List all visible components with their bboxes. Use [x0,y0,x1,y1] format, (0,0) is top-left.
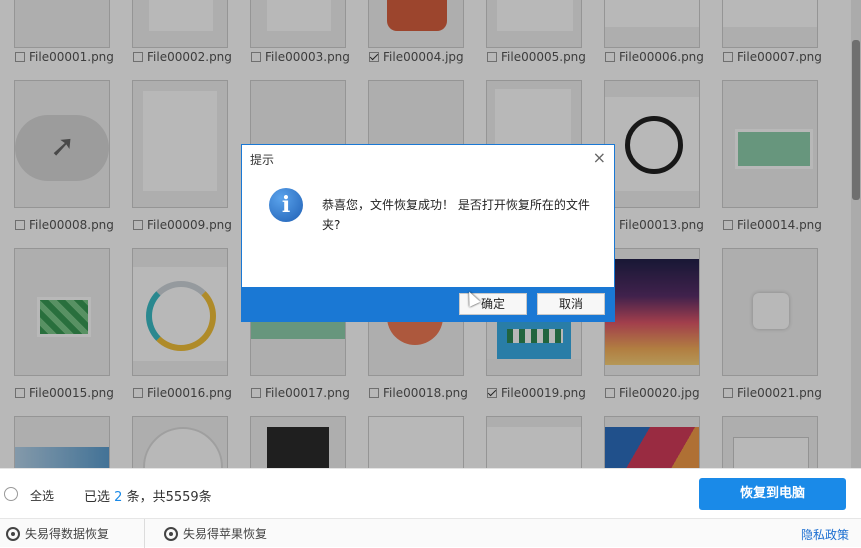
info-icon: i [269,188,303,222]
cancel-button[interactable]: 取消 [537,293,605,315]
success-dialog: 提示 × i 恭喜您，文件恢复成功！ 是否打开恢复所在的文件夹? 确定 取消 [241,144,615,322]
data-recovery-link[interactable]: 失易得数据恢复 [6,525,109,542]
data-recovery-label: 失易得数据恢复 [25,527,110,541]
dialog-message: 恭喜您，文件恢复成功！ 是否打开恢复所在的文件夹? [322,198,590,232]
app-logo-icon [164,526,178,541]
close-icon[interactable]: × [593,148,606,167]
apple-recovery-link[interactable]: 失易得苹果恢复 [164,525,267,542]
select-all-label[interactable]: 全选 [30,487,54,504]
selection-info: 已选 2 条，共5559条 [84,486,212,505]
app-logo-icon [6,526,20,541]
apple-recovery-label: 失易得苹果恢复 [183,527,268,541]
selected-suffix: 条，共5559条 [126,490,212,505]
privacy-policy-link[interactable]: 隐私政策 [801,526,849,543]
dialog-title: 提示 [250,153,275,167]
selected-prefix: 已选 [84,490,111,505]
restore-to-computer-button[interactable]: 恢复到电脑 [699,478,846,510]
selected-count: 2 [114,490,123,505]
select-all-radio[interactable] [4,487,18,501]
bottom-bar: 全选 已选 2 条，共5559条 恢复到电脑 [0,468,861,518]
dialog-footer: 确定 取消 [242,287,614,321]
footer: 失易得数据恢复 失易得苹果恢复 隐私政策 [0,518,861,548]
footer-divider [144,519,145,548]
